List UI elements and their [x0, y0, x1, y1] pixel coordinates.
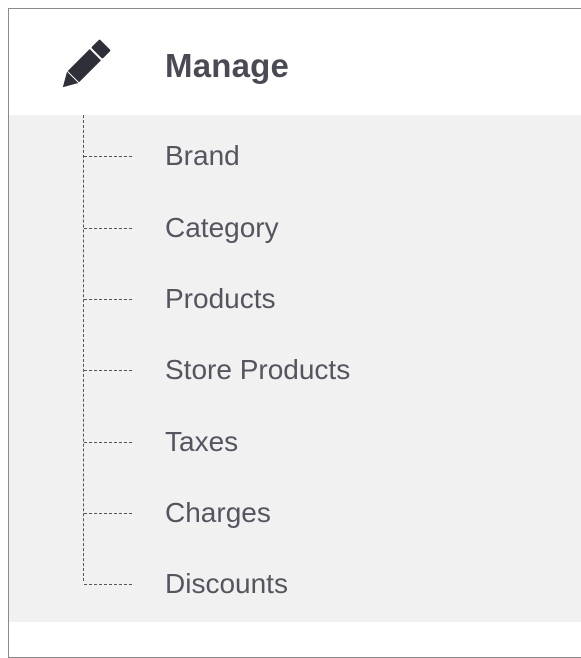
tree-branch-line	[84, 442, 132, 443]
submenu-item-label: Products	[165, 283, 276, 314]
tree-branch-line	[84, 156, 132, 157]
submenu-item-label: Charges	[165, 497, 271, 528]
submenu-item-store-products[interactable]: Store Products	[9, 343, 581, 393]
submenu-item-charges[interactable]: Charges	[9, 486, 581, 536]
manage-submenu: Brand Category Products Store Products T…	[9, 115, 581, 622]
tree-branch-line	[84, 513, 132, 514]
tree-branch-line	[84, 584, 132, 585]
submenu-item-label: Category	[165, 212, 279, 243]
submenu-item-label: Discounts	[165, 568, 288, 599]
tree-branch-line	[84, 228, 132, 229]
submenu-item-brand[interactable]: Brand	[9, 129, 581, 179]
tree-branch-line	[84, 299, 132, 300]
manage-menu-panel: Manage Brand Category Products Store Pro…	[8, 8, 581, 658]
submenu-item-category[interactable]: Category	[9, 201, 581, 251]
submenu-item-label: Brand	[165, 140, 240, 171]
submenu-item-label: Taxes	[165, 426, 239, 457]
submenu-item-products[interactable]: Products	[9, 272, 581, 322]
submenu-item-label: Store Products	[165, 354, 351, 385]
pencil-icon	[53, 35, 115, 97]
manage-menu-title: Manage	[165, 47, 290, 84]
submenu-item-taxes[interactable]: Taxes	[9, 415, 581, 465]
manage-menu-header[interactable]: Manage	[9, 9, 581, 115]
tree-branch-line	[84, 370, 132, 371]
submenu-item-discounts[interactable]: Discounts	[9, 557, 581, 607]
